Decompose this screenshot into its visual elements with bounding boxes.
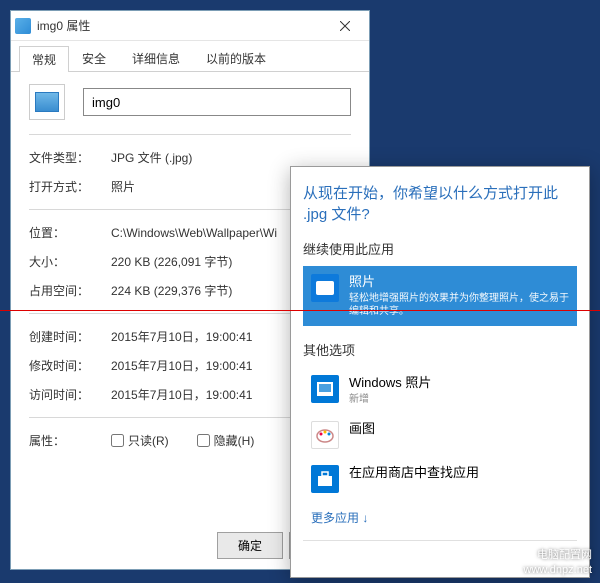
open-with-dialog: 从现在开始，你希望以什么方式打开此 .jpg 文件? 继续使用此应用 照片 轻松… [290,166,590,578]
hidden-checkbox[interactable]: 隐藏(H) [197,432,255,449]
hidden-input[interactable] [197,434,210,447]
close-button[interactable] [325,12,365,40]
tab-previous[interactable]: 以前的版本 [193,45,279,71]
divider [29,134,351,135]
tab-bar: 常规 安全 详细信息 以前的版本 [11,41,369,72]
annotation-line [0,310,600,311]
titlebar: img0 属性 [11,11,369,41]
size-label: 大小： [29,253,111,270]
window-icon [15,18,31,34]
viewer-icon [311,375,339,403]
openwith-label: 打开方式： [29,178,111,195]
viewer-name: Windows 照片 [349,375,569,391]
readonly-input[interactable] [111,434,124,447]
option-windows-viewer[interactable]: Windows 照片 新增 [303,367,577,414]
store-name: 在应用商店中查找应用 [349,465,569,481]
location-label: 位置： [29,224,111,241]
divider [303,540,577,541]
close-icon [340,21,350,31]
created-label: 创建时间： [29,328,111,345]
more-apps-link[interactable]: 更多应用 ↓ [303,501,577,534]
window-title: img0 属性 [37,17,325,34]
ok-button[interactable]: 确定 [217,532,283,559]
store-icon [311,465,339,493]
option-paint[interactable]: 画图 [303,413,577,457]
sizedisk-label: 占用空间： [29,282,111,299]
openwith-title: 从现在开始，你希望以什么方式打开此 .jpg 文件? [303,183,577,225]
tab-details[interactable]: 详细信息 [119,45,193,71]
modified-label: 修改时间： [29,357,111,374]
viewer-sub: 新增 [349,390,569,405]
filetype-label: 文件类型： [29,149,111,166]
attributes-label: 属性： [29,432,111,449]
readonly-checkbox[interactable]: 只读(R) [111,432,169,449]
photos-name: 照片 [349,274,569,290]
paint-icon [311,421,339,449]
option-photos[interactable]: 照片 轻松地增强照片的效果并为你整理照片，使之易于编辑和共享。 [303,266,577,326]
continue-section-label: 继续使用此应用 [303,239,577,258]
filename-input[interactable] [83,88,351,116]
accessed-label: 访问时间： [29,386,111,403]
other-section-label: 其他选项 [303,340,577,359]
tab-general[interactable]: 常规 [19,46,69,72]
filetype-value: JPG 文件 (.jpg) [111,149,351,166]
watermark: 电脑配置网 www.dnpz.net [524,548,592,577]
tab-security[interactable]: 安全 [69,45,119,71]
file-type-icon [29,84,65,120]
photos-icon [311,274,339,302]
photos-desc: 轻松地增强照片的效果并为你整理照片，使之易于编辑和共享。 [349,292,569,318]
option-store[interactable]: 在应用商店中查找应用 [303,457,577,501]
paint-name: 画图 [349,421,569,437]
